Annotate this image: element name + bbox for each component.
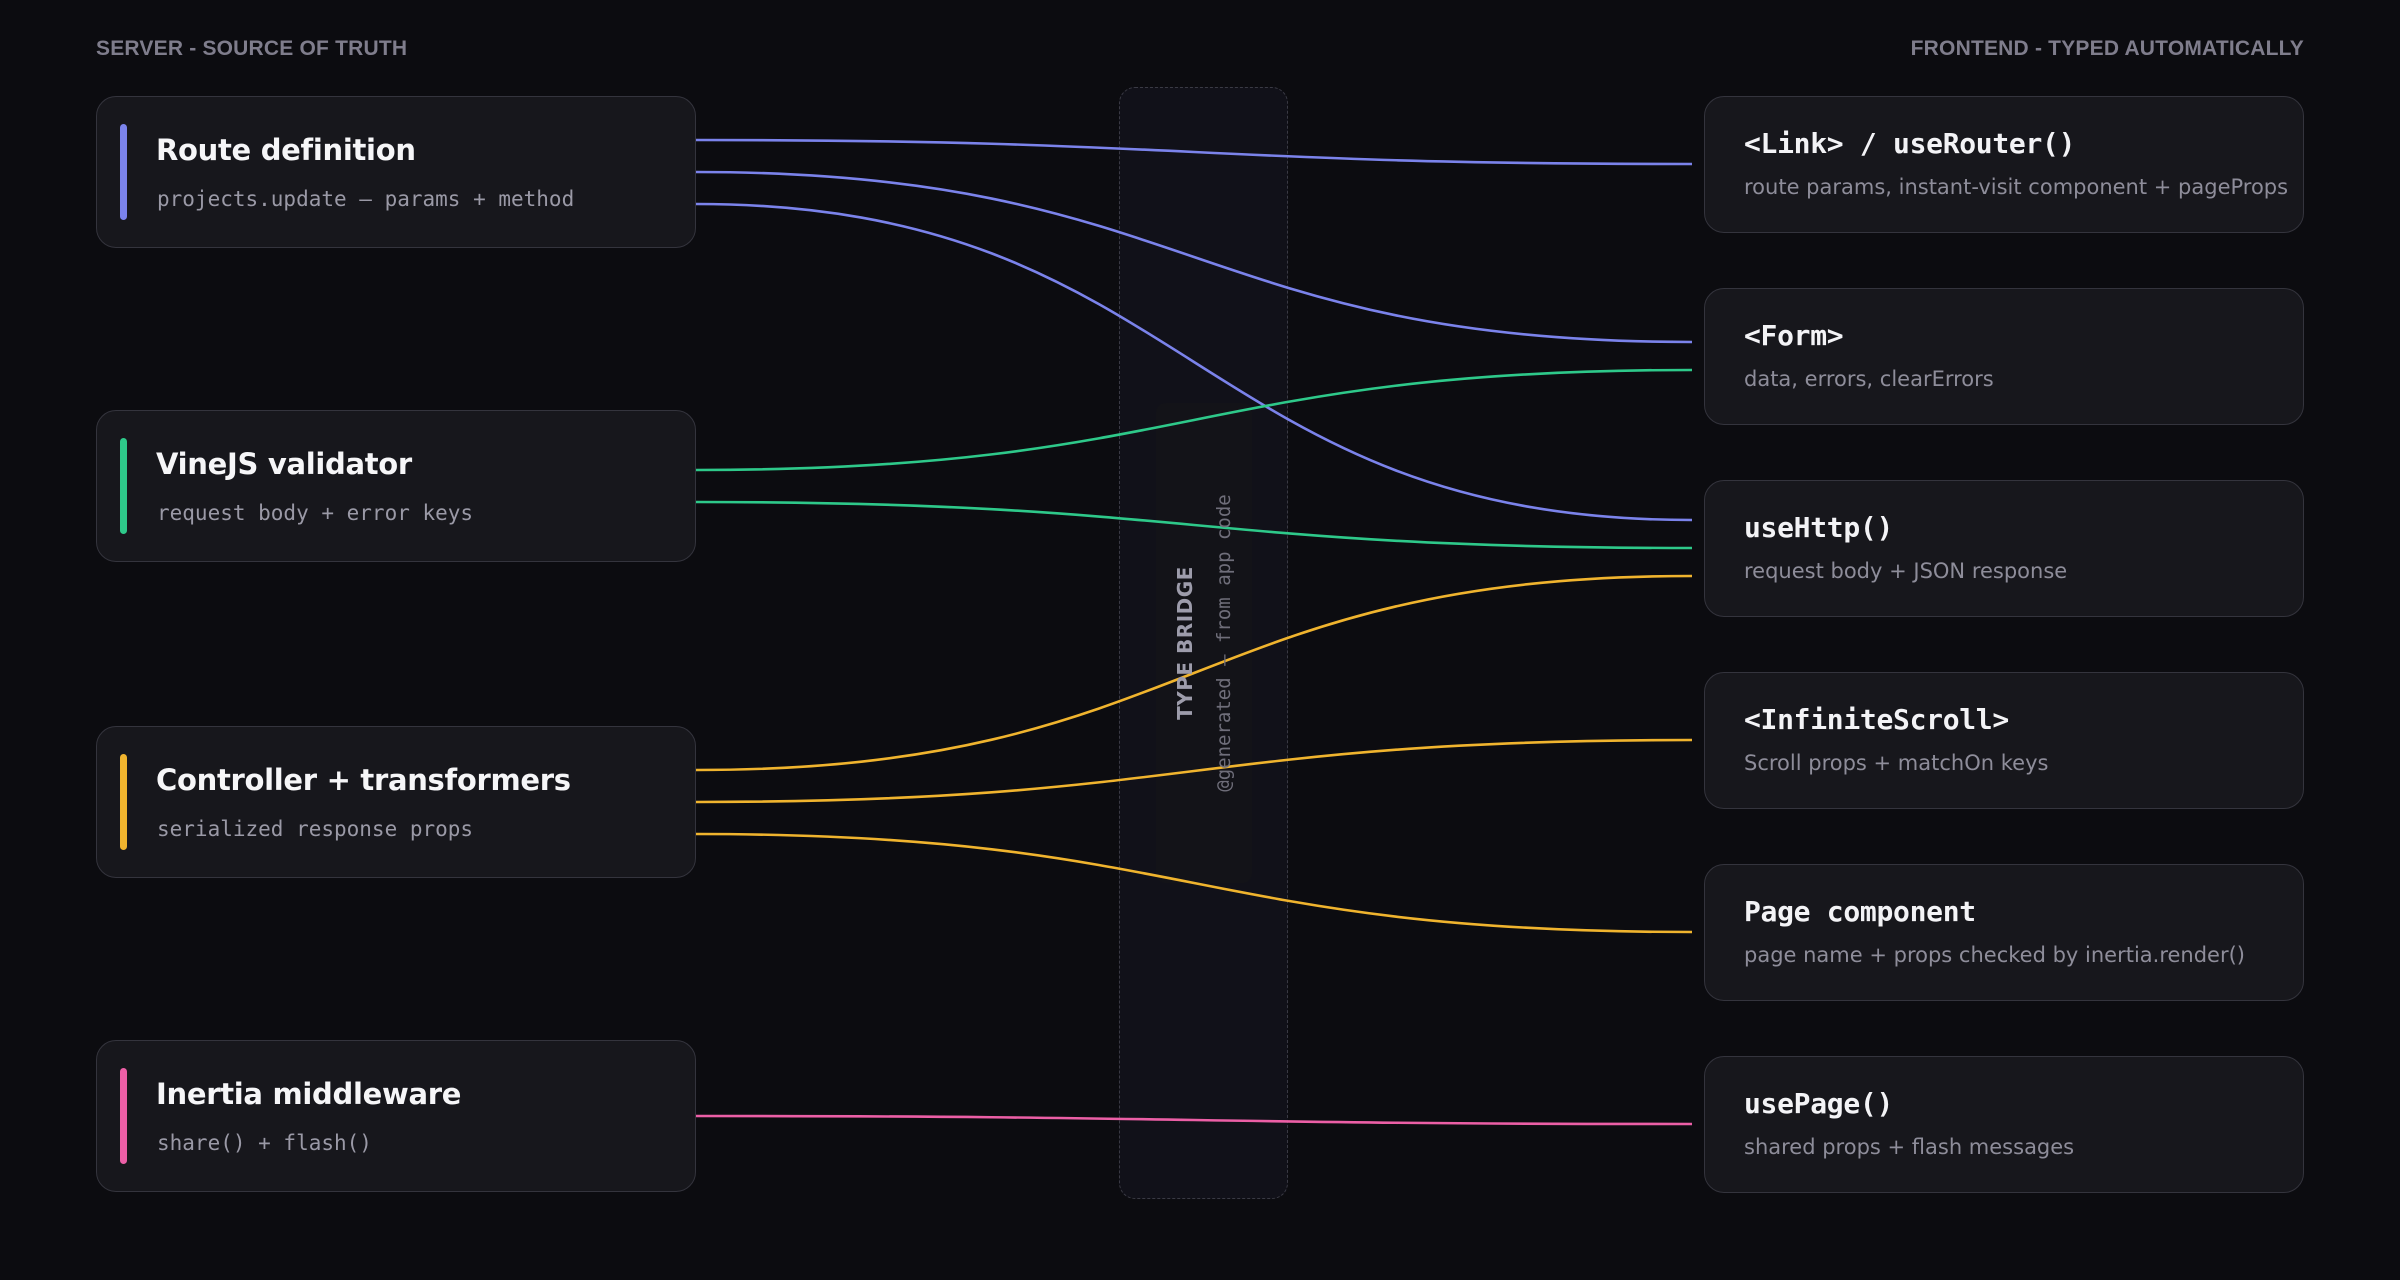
node-title: Inertia middleware [156, 1077, 462, 1111]
node-subtitle: request body + JSON response [1744, 559, 2068, 583]
type-bridge-text: TYPE BRIDGE @generated — from app code [1173, 494, 1235, 791]
connection-line [695, 138, 1693, 166]
frontend-node-usehttp[interactable]: useHttp() request body + JSON response [1704, 480, 2304, 617]
node-subtitle: share() + flash() [157, 1131, 372, 1155]
frontend-node-page-component[interactable]: Page component page name + props checked… [1704, 864, 2304, 1001]
node-title: <InfiniteScroll> [1744, 703, 2009, 736]
type-bridge-title: TYPE BRIDGE [1173, 566, 1197, 720]
frontend-node-infinitescroll[interactable]: <InfiniteScroll> Scroll props + matchOn … [1704, 672, 2304, 809]
server-node-controller-transformers[interactable]: Controller + transformers serialized res… [96, 726, 696, 878]
server-node-inertia-middleware[interactable]: Inertia middleware share() + flash() [96, 1040, 696, 1192]
node-subtitle: request body + error keys [157, 501, 474, 525]
node-title: usePage() [1744, 1087, 1894, 1120]
node-subtitle: projects.update — params + method [157, 187, 575, 211]
connection-line [695, 1114, 1693, 1126]
node-title: Page component [1744, 895, 1976, 928]
node-title: <Link> / useRouter() [1744, 127, 2076, 160]
connection-line [695, 170, 1693, 344]
frontend-node-link-userouter[interactable]: <Link> / useRouter() route params, insta… [1704, 96, 2304, 233]
node-subtitle: route params, instant-visit component + … [1744, 175, 2289, 199]
node-title: <Form> [1744, 319, 1844, 352]
frontend-node-form[interactable]: <Form> data, errors, clearErrors [1704, 288, 2304, 425]
node-subtitle: shared props + flash messages [1744, 1135, 2075, 1159]
node-subtitle: page name + props checked by inertia.ren… [1744, 943, 2245, 967]
connection-line [695, 202, 1693, 522]
server-node-vinejs-validator[interactable]: VineJS validator request body + error ke… [96, 410, 696, 562]
frontend-node-usepage[interactable]: usePage() shared props + flash messages [1704, 1056, 2304, 1193]
node-title: Controller + transformers [156, 763, 571, 797]
node-subtitle: serialized response props [157, 817, 474, 841]
connection-line [695, 368, 1693, 472]
accent-bar [120, 438, 127, 534]
type-bridge-subtitle: @generated — from app code [1213, 494, 1235, 792]
node-title: useHttp() [1744, 511, 1894, 544]
accent-bar [120, 754, 127, 850]
node-subtitle: data, errors, clearErrors [1744, 367, 1994, 391]
node-title: Route definition [156, 133, 416, 167]
accent-bar [120, 1068, 127, 1164]
server-node-route-definition[interactable]: Route definition projects.update — param… [96, 96, 696, 248]
accent-bar [120, 124, 127, 220]
connection-line [695, 832, 1693, 934]
node-subtitle: Scroll props + matchOn keys [1744, 751, 2049, 775]
node-title: VineJS validator [156, 447, 412, 481]
